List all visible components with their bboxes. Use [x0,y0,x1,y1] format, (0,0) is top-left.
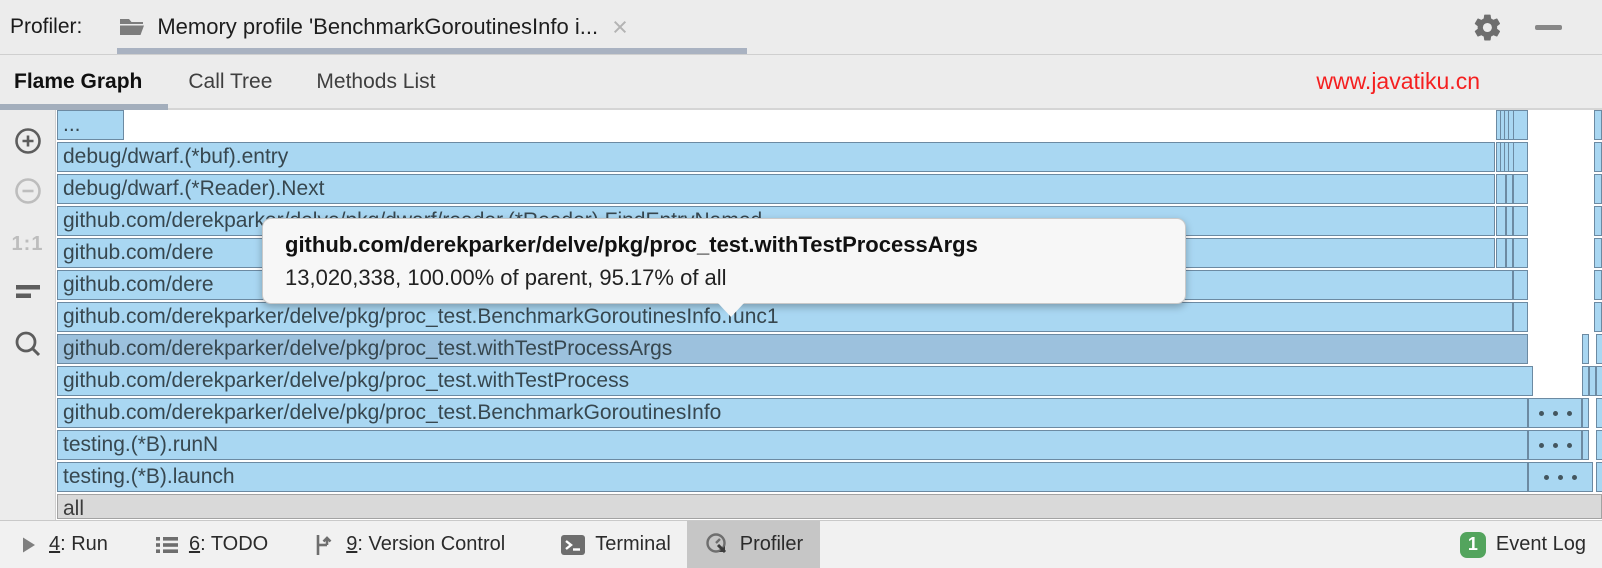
zoom-in-icon[interactable] [0,125,55,157]
flame-frame[interactable] [1513,238,1528,268]
statusbar-item-profiler[interactable]: Profiler [687,521,820,568]
flame-frame[interactable] [1528,462,1593,492]
sort-icon[interactable] [0,278,55,306]
tab-methods-list[interactable]: Methods List [294,55,457,108]
tooltip-stats: 13,020,338, 100.00% of parent, 95.17% of… [285,265,1163,291]
profiler-icon [704,531,731,558]
frame-tooltip: github.com/derekparker/delve/pkg/proc_te… [262,218,1186,304]
flame-frame[interactable] [1506,238,1513,268]
statusbar-item-label: 9: Version Control [346,533,505,556]
statusbar-item-version-control[interactable]: 9: Version Control [309,521,507,568]
flame-frame[interactable]: all [57,494,1602,519]
flame-frame[interactable]: debug/dwarf.(*buf).entry [57,142,1495,172]
profile-tab-active-indicator [117,48,747,54]
flame-frame[interactable] [1596,462,1602,492]
event-log-button[interactable]: 1 Event Log [1460,532,1586,558]
statusbar-item-label: Profiler [740,533,803,556]
flame-frame[interactable] [1528,398,1582,428]
flame-frame[interactable] [1594,238,1602,268]
flame-frame[interactable]: github.com/derekparker/delve/pkg/proc_te… [57,366,1533,396]
terminal-icon [560,533,586,557]
flame-frame[interactable] [1496,174,1506,204]
close-icon[interactable]: × [612,14,628,41]
statusbar-item-terminal[interactable]: Terminal [558,521,673,568]
statusbar-item-run[interactable]: 4: Run [14,521,110,568]
flame-frame[interactable] [1596,366,1602,396]
tab-call-tree[interactable]: Call Tree [166,55,294,108]
status-bar: 4: Run 6: TODO 9: Version Control Terminal P… [0,520,1602,568]
flame-frame[interactable] [1513,206,1528,236]
flame-frame[interactable] [1596,398,1602,428]
flame-frame[interactable] [1594,206,1602,236]
flame-chart: ...debug/dwarf.(*buf).entrydebug/dwarf.(… [56,110,1602,520]
flame-frame[interactable] [1513,142,1528,172]
flame-frame[interactable] [1594,110,1602,140]
statusbar-item-label: Terminal [595,533,671,556]
todo-icon [154,533,180,557]
statusbar-item-label: 6: TODO [189,533,268,556]
flame-frame[interactable]: testing.(*B).launch [57,462,1528,492]
profile-tab-title: Memory profile 'BenchmarkGoroutinesInfo … [157,14,598,40]
flame-frame[interactable] [1589,366,1596,396]
flame-frame[interactable] [1594,302,1602,332]
flame-frame[interactable]: testing.(*B).runN [57,430,1528,460]
flame-frame[interactable]: debug/dwarf.(*Reader).Next [57,174,1495,204]
minimize-icon[interactable] [1535,25,1562,30]
flame-graph-panel: 1:1 ...debug/dwarf.(*buf).entrydebug/dwa… [0,110,1602,520]
flame-frame[interactable] [1594,270,1602,300]
event-log-label: Event Log [1496,533,1586,556]
flame-frame[interactable] [1513,270,1528,300]
flame-frame[interactable] [1496,238,1506,268]
flame-frame[interactable]: github.com/derekparker/delve/pkg/proc_te… [57,334,1528,364]
run-icon [16,533,40,557]
flame-frame[interactable]: github.com/derekparker/delve/pkg/proc_te… [57,302,1513,332]
flame-frame[interactable] [1506,206,1513,236]
flame-frame[interactable] [1496,206,1506,236]
profiler-window-header: Profiler: Memory profile 'BenchmarkGorou… [0,0,1602,55]
flame-frame[interactable]: ... [57,110,124,140]
flame-frame[interactable] [1594,142,1602,172]
actual-size-button[interactable]: 1:1 [0,230,55,258]
flame-frame[interactable] [1582,430,1589,460]
flame-frame[interactable] [1513,110,1528,140]
profile-tab[interactable]: Memory profile 'BenchmarkGoroutinesInfo … [114,0,632,54]
flame-frame[interactable] [1594,174,1602,204]
gear-icon[interactable] [1472,12,1503,43]
event-count-badge: 1 [1460,532,1486,558]
graph-toolbar: 1:1 [0,110,56,520]
tooltip-pointer [717,302,745,317]
flame-frame[interactable] [1506,174,1513,204]
flame-frame[interactable] [1582,366,1589,396]
flame-frame[interactable] [1513,174,1528,204]
flame-frame[interactable] [1582,398,1589,428]
flame-frame[interactable] [1513,302,1528,332]
statusbar-item-todo[interactable]: 6: TODO [152,521,270,568]
view-tab-bar: Flame Graph Call Tree Methods List www.j… [0,55,1602,110]
flame-frame[interactable] [1596,334,1602,364]
folder-icon [118,15,145,39]
flame-frame[interactable] [1596,430,1602,460]
window-title: Profiler: [10,15,82,39]
flame-frame[interactable] [1528,430,1582,460]
tab-flame-graph[interactable]: Flame Graph [0,55,166,108]
flame-frame[interactable] [1582,334,1589,364]
watermark-text: www.javatiku.cn [1316,68,1480,95]
statusbar-item-label: 4: Run [49,533,108,556]
flame-frame[interactable]: github.com/derekparker/delve/pkg/proc_te… [57,398,1528,428]
tooltip-function-name: github.com/derekparker/delve/pkg/proc_te… [285,232,1163,258]
zoom-out-icon[interactable] [0,175,55,207]
search-icon[interactable] [0,328,55,360]
vcs-icon [311,532,337,558]
